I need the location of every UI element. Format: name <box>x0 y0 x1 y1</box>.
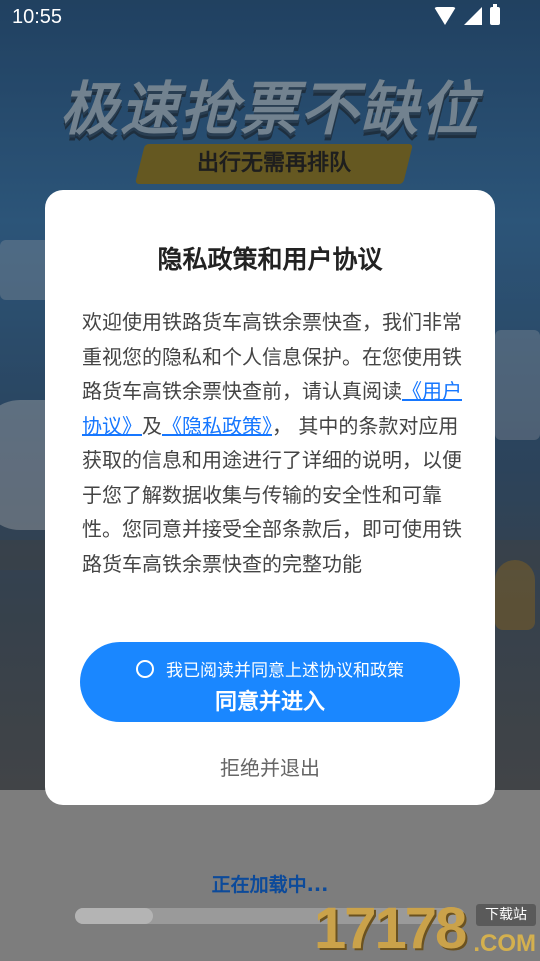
loading-progress-fill <box>75 908 153 924</box>
watermark-suffix: .COM <box>473 930 536 957</box>
loading-text: 正在加载中... <box>211 874 329 896</box>
privacy-dialog: 隐私政策和用户协议 欢迎使用铁路货车高铁余票快查，我们非常重视您的隐私和个人信息… <box>45 190 495 805</box>
status-icons <box>434 4 500 25</box>
watermark-number: 17178 <box>314 896 467 961</box>
agree-and-enter-button[interactable]: 我已阅读并同意上述协议和政策 同意并进入 <box>80 642 460 722</box>
status-bar: 10:55 <box>0 0 540 36</box>
radio-unchecked-icon[interactable] <box>136 659 154 678</box>
site-watermark: 17178 下载站 .COM <box>314 900 536 958</box>
wifi-icon <box>434 7 456 25</box>
dialog-body: 欢迎使用铁路货车高铁余票快查，我们非常重视您的隐私和个人信息保护。在您使用铁路货… <box>82 305 464 581</box>
agree-button-label: 同意并进入 <box>214 690 325 715</box>
cell-signal-icon <box>464 7 482 25</box>
battery-icon <box>490 4 500 25</box>
agreement-checkbox-label: 我已阅读并同意上述协议和政策 <box>166 661 404 681</box>
dialog-title: 隐私政策和用户协议 <box>157 245 383 274</box>
privacy-policy-link[interactable]: 《隐私政策》 <box>162 414 272 438</box>
and-text: 及 <box>142 413 162 438</box>
watermark-tag: 下载站 <box>476 904 536 926</box>
reject-and-exit-button[interactable]: 拒绝并退出 <box>45 752 495 781</box>
status-time: 10:55 <box>12 6 63 28</box>
agreement-checkbox-row[interactable]: 我已阅读并同意上述协议和政策 <box>80 656 460 681</box>
